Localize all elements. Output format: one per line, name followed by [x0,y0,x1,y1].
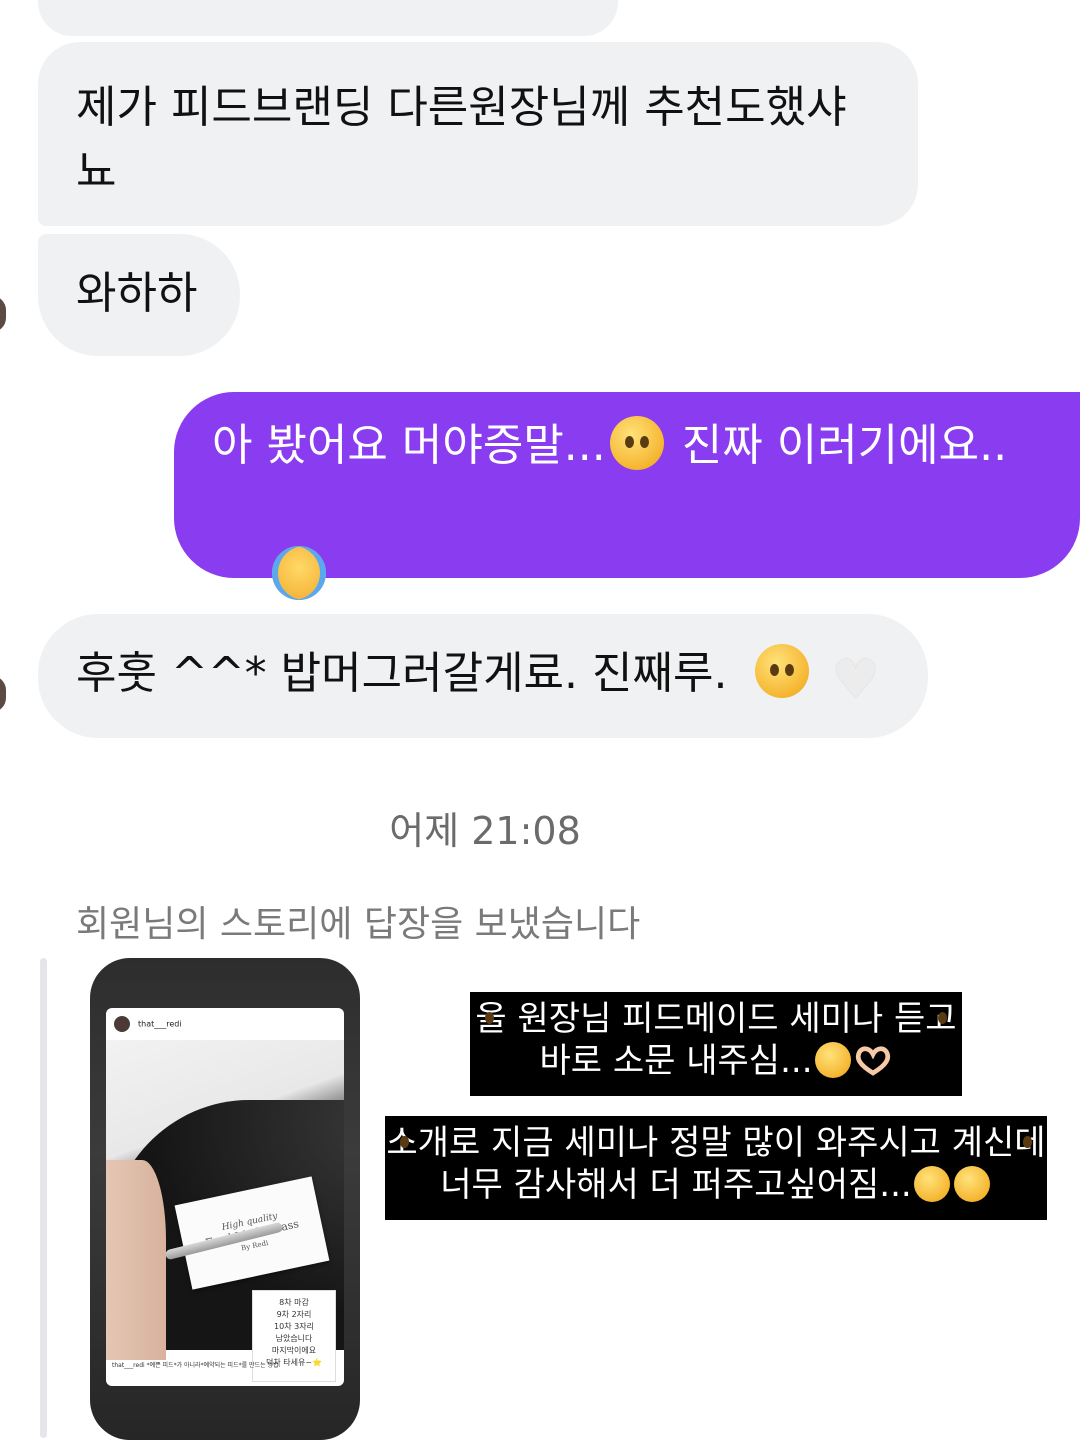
story-caption: that___redi *예쁜 피드*가 아니라*예약되는 피드*를 만드는 방… [112,1362,281,1369]
message-text-line: 후훗 ^^* 밥머그러갈게료. 진째루. ♥ [76,642,928,707]
grinning-squinting-face-icon [913,1166,950,1202]
message-bubble-received-partial[interactable] [38,0,618,36]
smirking-face-icon [755,644,810,698]
caption-line: 바로 소문 내주심... [470,1040,962,1082]
message-text-line: 제가 피드브랜딩 다른원장님께 추천도했샤 [76,82,847,133]
sticker-line: 마지막이에요 [271,1346,317,1355]
message-bubble-received[interactable]: 와하하 [38,234,240,356]
avatar[interactable] [0,296,6,332]
message-bubble-received[interactable]: 제가 피드브랜딩 다른원장님께 추천도했샤 뇨 [38,42,918,226]
story-photo: High quality Feed Made Class By Redi 8차 … [106,1040,344,1382]
sticker-line: 남았습니다 [275,1334,313,1343]
avatar[interactable] [0,676,6,712]
story-text-caption: 울 원장님 피드메이드 세미나 듣고 바로 소문 내주심... [470,992,962,1096]
sticker-line: 8차 마감 [279,1298,309,1307]
pleading-face-icon [609,416,664,470]
grinning-squinting-face-icon [953,1166,990,1202]
message-timestamp: 어제 21:08 [389,809,581,853]
sticker-line: 9차 2자리 [276,1310,312,1319]
story-text-caption: 소개로 지금 세미나 정말 많이 와주시고 계신데 너무 감사해서 더 퍼주고싶… [385,1116,1047,1220]
pleading-face-icon [814,1042,851,1078]
message-text: 와하하 [76,268,198,319]
message-bubble-sent[interactable]: 아 봤어요 머야증말... 진짜 이러기에요.. [174,392,1080,660]
avatar [114,1016,130,1032]
caption-text: 바로 소문 내주심... [539,1041,813,1081]
message-text-part: 아 봤어요 머야증말... [212,420,606,471]
caption-text: 너무 감사해서 더 퍼주고싶어짐... [440,1165,912,1205]
caption-line: 울 원장님 피드메이드 세미나 듣고 [475,999,957,1039]
sticker-line: 10차 3자리 [274,1322,314,1331]
message-text-part: 진짜 이러기에요.. [681,420,1008,471]
reply-indicator-bar [40,958,47,1438]
face-image [106,1160,166,1360]
message-text: 후훗 ^^* 밥머그러갈게료. 진째루. [76,648,728,699]
white-heart-icon: ♥ [831,648,880,711]
story-post: that___redi High quality Feed Made Class… [106,1008,344,1386]
story-username: that___redi [138,1019,182,1029]
heart-hands-icon [855,1046,890,1076]
story-header: that___redi [114,1016,182,1032]
loudly-crying-face-icon [271,546,326,600]
story-reply-note: 회원님의 스토리에 답장을 보냈습니다 [76,904,641,945]
caption-line: 소개로 지금 세미나 정말 많이 와주시고 계신데 [386,1123,1046,1163]
message-text-line: 뇨 [76,146,117,197]
message-text-line: 아 봤어요 머야증말... 진짜 이러기에요.. [212,414,1080,478]
caption-line: 너무 감사해서 더 퍼주고싶어짐... [385,1164,1047,1206]
story-preview-card[interactable]: that___redi High quality Feed Made Class… [90,958,360,1440]
message-bubble-received[interactable]: 후훗 ^^* 밥머그러갈게료. 진째루. ♥ [38,614,928,738]
